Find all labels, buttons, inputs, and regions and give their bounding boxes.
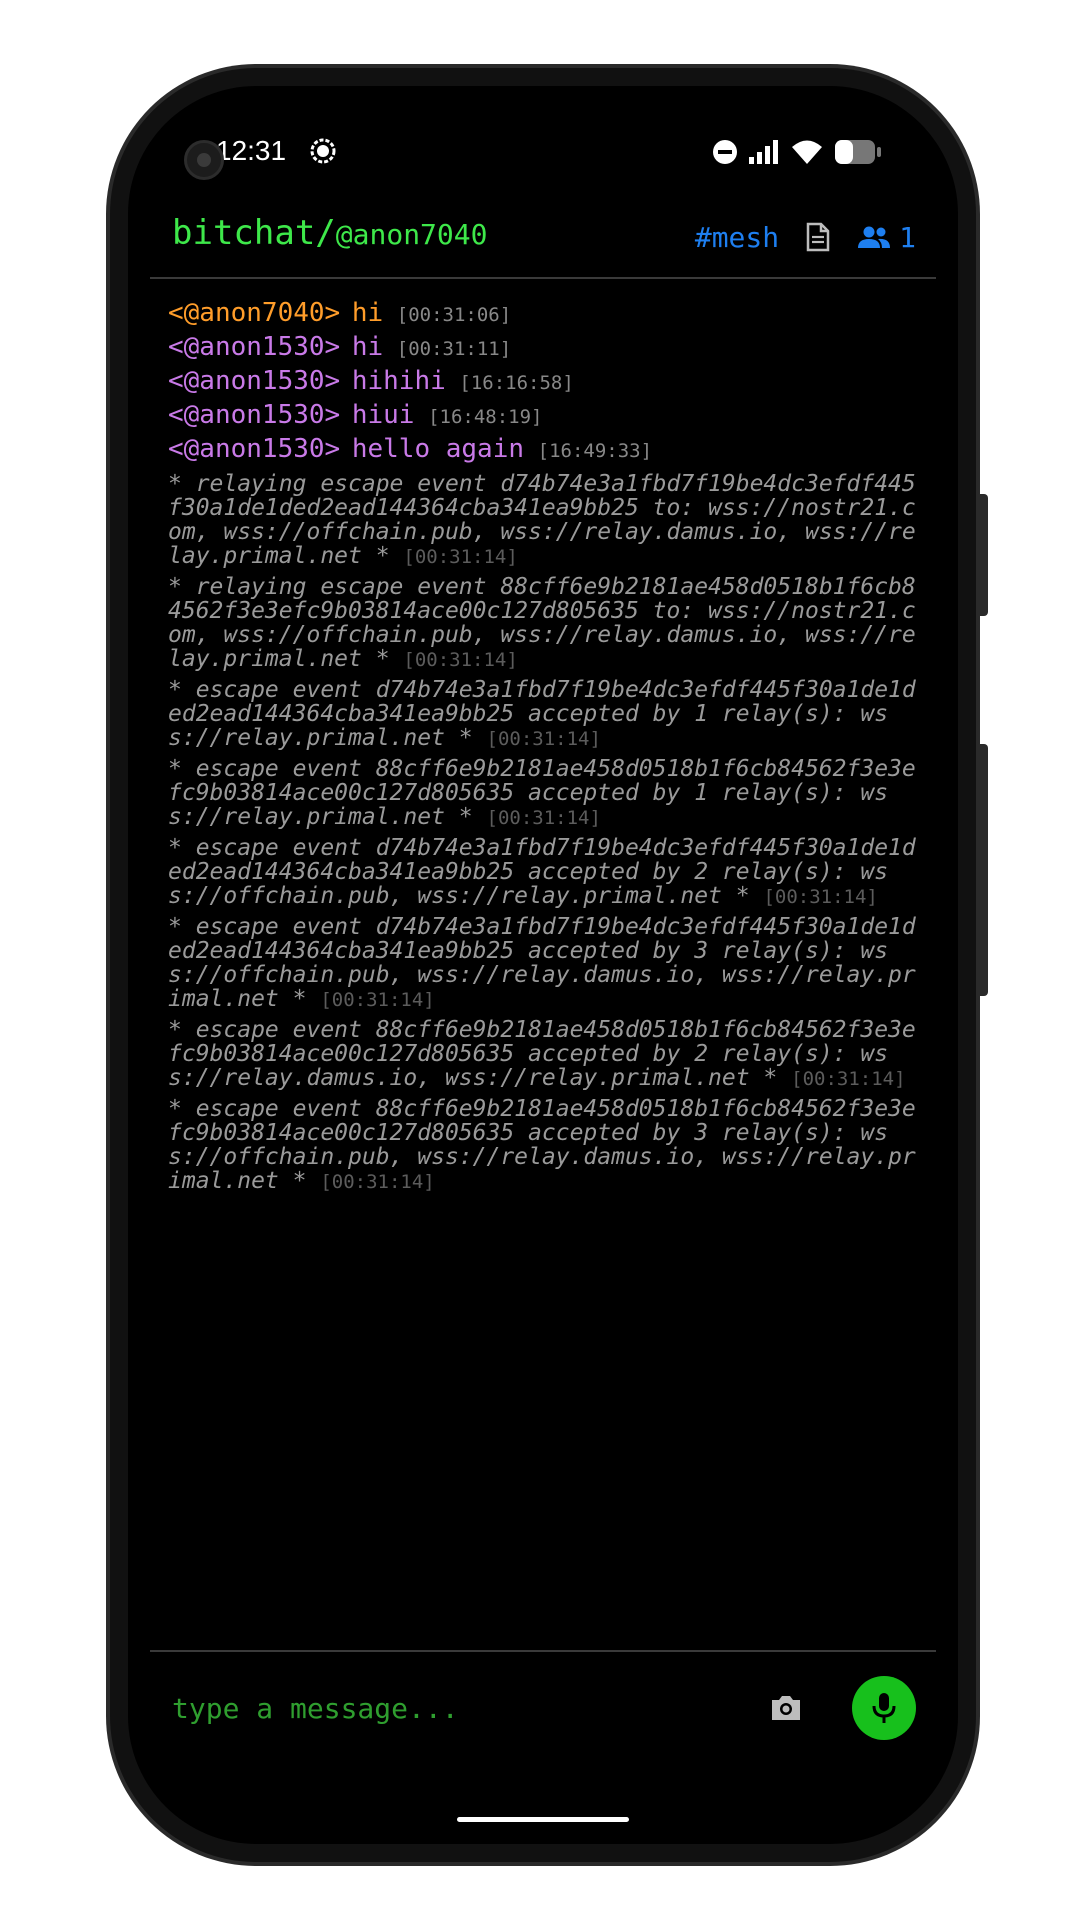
chat-header: bitchat/@anon7040 #mesh 1 (150, 201, 936, 279)
message-time: [00:31:14] (486, 807, 601, 829)
status-icons (712, 136, 882, 168)
chat-message: <@anon1530> hi [00:31:11] (168, 330, 918, 364)
message-text: hi (351, 298, 384, 328)
system-message-text: * escape event d74b74e3a1fbd7f19be4dc3ef… (168, 914, 916, 1012)
message-time: [00:31:14] (403, 546, 518, 568)
message-time: [00:31:14] (320, 1171, 435, 1193)
camera-button[interactable] (764, 1686, 808, 1730)
app-name: bitchat/ (172, 213, 336, 253)
chat-message: <@anon1530> hello again [16:49:33] (168, 432, 918, 466)
message-time: [16:48:19] (428, 406, 543, 428)
screen: 12:31 bitchat/@anon7040 #mesh 1 <@anon70… (128, 86, 958, 1844)
peer-count: 1 (899, 220, 916, 254)
message-time: [00:31:11] (396, 338, 512, 360)
chat-message: <@anon1530> hihihi [16:16:58] (168, 364, 918, 398)
message-list[interactable]: <@anon7040> hi [00:31:06] <@anon1530> hi… (168, 296, 918, 1644)
message-input[interactable] (170, 1678, 640, 1738)
system-message: * escape event d74b74e3a1fbd7f19be4dc3ef… (168, 678, 918, 751)
cell-signal-icon (749, 140, 778, 164)
message-sender[interactable]: <@anon1530> (168, 400, 340, 430)
message-time: [00:31:14] (486, 728, 601, 750)
system-message: * escape event 88cff6e9b2181ae458d0518b1… (168, 757, 918, 830)
system-message: * relaying escape event d74b74e3a1fbd7f1… (168, 472, 918, 569)
system-message: * escape event d74b74e3a1fbd7f19be4dc3ef… (168, 836, 918, 909)
home-indicator[interactable] (457, 1817, 629, 1822)
username[interactable]: @anon7040 (336, 218, 488, 251)
channel-selector[interactable]: #mesh (695, 221, 779, 254)
phone-frame: 12:31 bitchat/@anon7040 #mesh 1 <@anon70… (106, 64, 988, 1866)
system-message: * escape event 88cff6e9b2181ae458d0518b1… (168, 1097, 918, 1194)
message-sender[interactable]: <@anon7040> (168, 298, 340, 328)
message-text: hi (351, 332, 384, 362)
bitchat-notification-icon (310, 138, 336, 164)
message-sender[interactable]: <@anon1530> (168, 366, 340, 396)
system-message-text: * escape event 88cff6e9b2181ae458d0518b1… (168, 1096, 916, 1194)
message-sender[interactable]: <@anon1530> (168, 332, 340, 362)
system-message: * escape event 88cff6e9b2181ae458d0518b1… (168, 1018, 918, 1091)
volume-button (980, 494, 988, 616)
header-actions: #mesh 1 (695, 215, 916, 259)
phone-bezel: 12:31 bitchat/@anon7040 #mesh 1 <@anon70… (110, 68, 976, 1862)
system-message-text: * relaying escape event 88cff6e9b2181ae4… (168, 574, 916, 672)
mic-button[interactable] (852, 1676, 916, 1740)
message-text: hiui (351, 400, 415, 430)
message-time: [16:16:58] (459, 372, 574, 394)
message-sender[interactable]: <@anon1530> (168, 434, 340, 464)
message-time: [00:31:14] (791, 1068, 906, 1090)
system-message: * relaying escape event 88cff6e9b2181ae4… (168, 575, 918, 672)
camera-icon (772, 1696, 800, 1720)
mic-icon (872, 1693, 896, 1723)
system-message: * escape event d74b74e3a1fbd7f19be4dc3ef… (168, 915, 918, 1012)
battery-icon (835, 140, 881, 164)
system-message-text: * relaying escape event d74b74e3a1fbd7f1… (168, 471, 916, 569)
message-text: hello again (351, 434, 525, 464)
power-button (980, 744, 988, 996)
document-icon[interactable] (805, 222, 831, 252)
message-time: [00:31:14] (763, 886, 878, 908)
status-bar: 12:31 (128, 126, 958, 176)
message-time: [00:31:14] (320, 989, 435, 1011)
front-camera (184, 140, 224, 180)
do-not-disturb-icon (713, 140, 737, 164)
chat-message: <@anon7040> hi [00:31:06] (168, 296, 918, 330)
status-time: 12:31 (216, 135, 287, 166)
peer-list-button[interactable]: 1 (857, 221, 916, 254)
wifi-icon (792, 140, 822, 164)
message-composer (150, 1650, 936, 1774)
message-text: hihihi (351, 366, 446, 396)
chat-message: <@anon1530> hiui [16:48:19] (168, 398, 918, 432)
message-time: [00:31:06] (396, 304, 512, 326)
app-brand: bitchat/@anon7040 (172, 213, 487, 253)
message-time: [16:49:33] (537, 440, 653, 462)
people-icon (858, 226, 891, 248)
message-time: [00:31:14] (403, 649, 518, 671)
